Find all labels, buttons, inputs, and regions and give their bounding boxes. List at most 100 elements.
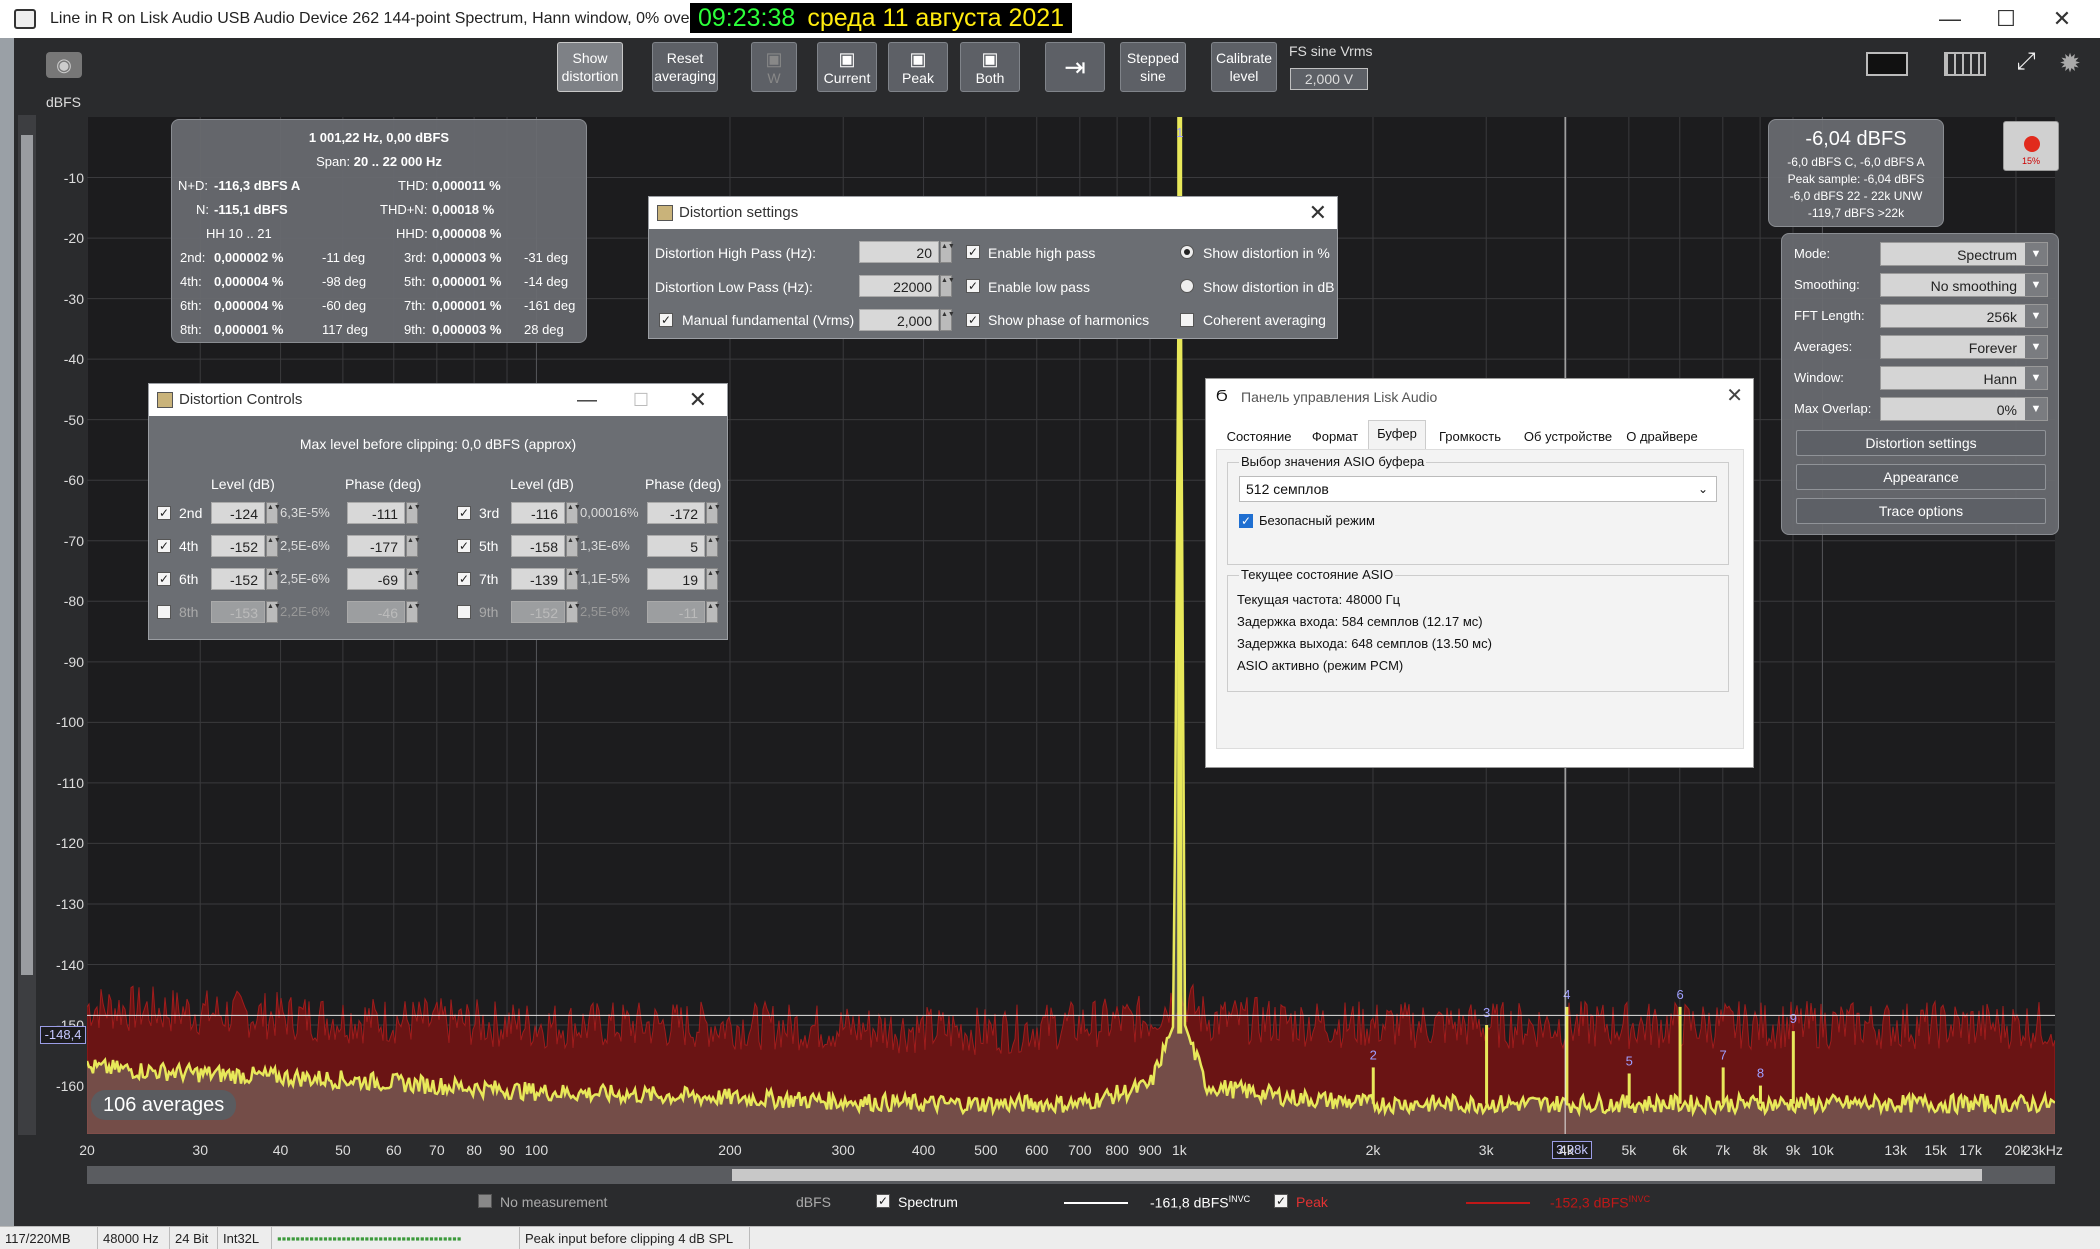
harmonic-level-spinner[interactable]: ▲▼ — [266, 601, 281, 623]
manual-fundamental-checkbox[interactable]: ✓ — [659, 313, 673, 327]
harmonic-phase-spinner[interactable]: ▲▼ — [706, 568, 721, 590]
record-button[interactable]: 15% — [2003, 121, 2059, 171]
show-db-radio[interactable] — [1180, 279, 1194, 293]
manual-fundamental-field[interactable]: 2,000 — [859, 309, 939, 331]
harmonic-level-spinner[interactable]: ▲▼ — [566, 601, 581, 623]
both-button[interactable]: ▣ Both — [960, 42, 1020, 92]
low-pass-spinner[interactable]: ▲▼ — [940, 275, 955, 297]
harmonic-enable-checkbox[interactable]: ✓ — [457, 539, 471, 553]
high-pass-spinner[interactable]: ▲▼ — [940, 241, 955, 263]
harmonic-phase-field[interactable]: -11 — [647, 601, 705, 623]
setting-dropdown[interactable]: Forever ▼ — [1880, 335, 2048, 359]
spectrum-checkbox[interactable]: ✓ — [876, 1194, 890, 1208]
horizontal-scroll-thumb[interactable] — [732, 1169, 1982, 1181]
harmonic-level-spinner[interactable]: ▲▼ — [566, 535, 581, 557]
harmonic-phase-field[interactable]: 5 — [647, 535, 705, 557]
high-pass-field[interactable]: 20 — [859, 241, 939, 263]
enable-low-pass-checkbox[interactable]: ✓ — [966, 279, 980, 293]
harmonic-enable-checkbox[interactable]: ✓ — [457, 572, 471, 586]
harmonic-level-spinner[interactable]: ▲▼ — [266, 535, 281, 557]
harmonic-level-spinner[interactable]: ▲▼ — [266, 502, 281, 524]
harmonic-level-field[interactable]: -153 — [211, 601, 265, 623]
harmonic-level-spinner[interactable]: ▲▼ — [266, 568, 281, 590]
harmonic-phase-field[interactable]: -172 — [647, 502, 705, 524]
setting-dropdown[interactable]: Hann ▼ — [1880, 366, 2048, 390]
setting-dropdown[interactable]: Spectrum ▼ — [1880, 242, 2048, 266]
peak-checkbox[interactable]: ✓ — [1274, 1194, 1288, 1208]
vertical-scroll-thumb[interactable] — [21, 135, 33, 975]
stepped-sine-button[interactable]: Stepped sine — [1120, 42, 1186, 92]
distortion-settings-button[interactable]: Distortion settings — [1796, 430, 2046, 456]
display-mode-icon[interactable] — [1866, 52, 1908, 76]
fs-sine-field[interactable]: 2,000 V — [1290, 68, 1368, 90]
asio-buffer-select[interactable]: 512 семплов ⌄ — [1239, 476, 1717, 502]
harmonic-phase-field[interactable]: 19 — [647, 568, 705, 590]
harmonic-level-field[interactable]: -152 — [511, 601, 565, 623]
setting-dropdown[interactable]: 256k ▼ — [1880, 304, 2048, 328]
harmonic-phase-field[interactable]: -69 — [347, 568, 405, 590]
lisk-audio-titlebar[interactable]: Ϭ Панель управления Lisk Audio ✕ — [1206, 379, 1753, 415]
horizontal-scrollbar[interactable] — [87, 1166, 2055, 1184]
reset-averaging-button[interactable]: Reset averaging — [652, 42, 718, 92]
harmonic-level-field[interactable]: -116 — [511, 502, 565, 524]
vertical-scrollbar[interactable] — [18, 115, 36, 1135]
harmonic-phase-field[interactable]: -177 — [347, 535, 405, 557]
trace-options-button[interactable]: Trace options — [1796, 498, 2046, 524]
harmonic-level-field[interactable]: -124 — [211, 502, 265, 524]
show-phase-checkbox[interactable]: ✓ — [966, 313, 980, 327]
harmonic-level-spinner[interactable]: ▲▼ — [566, 568, 581, 590]
enable-high-pass-checkbox[interactable]: ✓ — [966, 245, 980, 259]
calibrate-level-button[interactable]: Calibrate level — [1211, 42, 1277, 92]
harmonic-enable-checkbox[interactable] — [157, 605, 171, 619]
lisk-tab[interactable]: Буфер — [1368, 420, 1426, 450]
harmonic-phase-spinner[interactable]: ▲▼ — [706, 502, 721, 524]
safe-mode-checkbox[interactable]: ✓ — [1239, 514, 1253, 528]
manual-fundamental-spinner[interactable]: ▲▼ — [940, 309, 955, 331]
close-button[interactable]: ✕ — [2034, 4, 2090, 34]
coherent-averaging-checkbox[interactable] — [1180, 313, 1194, 327]
harmonic-phase-spinner[interactable]: ▲▼ — [706, 601, 721, 623]
lisk-tab[interactable]: Формат — [1302, 423, 1368, 449]
harmonic-level-field[interactable]: -152 — [211, 535, 265, 557]
show-distortion-button[interactable]: Show distortion — [557, 42, 623, 92]
peak-button[interactable]: ▣ Peak — [888, 42, 948, 92]
harmonic-enable-checkbox[interactable]: ✓ — [157, 506, 171, 520]
minimize-button[interactable]: — — [1922, 4, 1978, 34]
maximize-button[interactable]: ☐ — [1978, 4, 2034, 34]
distortion-controls-titlebar[interactable]: Distortion Controls — ☐ ✕ — [149, 384, 727, 416]
harmonic-level-spinner[interactable]: ▲▼ — [566, 502, 581, 524]
harmonic-phase-spinner[interactable]: ▲▼ — [706, 535, 721, 557]
low-pass-field[interactable]: 22000 — [859, 275, 939, 297]
w-button[interactable]: ▣ W — [751, 42, 797, 92]
close-icon[interactable]: ✕ — [1726, 383, 1743, 408]
appearance-button[interactable]: Appearance — [1796, 464, 2046, 490]
gear-icon[interactable]: ✹ — [2054, 48, 2086, 78]
lisk-tab[interactable]: Состояние — [1216, 423, 1302, 449]
harmonic-level-field[interactable]: -158 — [511, 535, 565, 557]
show-pct-radio[interactable] — [1180, 245, 1194, 259]
harmonic-phase-field[interactable]: -46 — [347, 601, 405, 623]
maximize-icon[interactable]: ☐ — [633, 384, 649, 416]
harmonic-enable-checkbox[interactable] — [457, 605, 471, 619]
setting-dropdown[interactable]: No smoothing ▼ — [1880, 273, 2048, 297]
current-button[interactable]: ▣ Current — [817, 42, 877, 92]
harmonic-phase-field[interactable]: -111 — [347, 502, 405, 524]
close-icon[interactable]: ✕ — [1309, 197, 1327, 229]
fit-icon[interactable]: ⤢ — [2004, 48, 2048, 78]
no-measurement-checkbox[interactable] — [478, 1194, 492, 1208]
harmonic-level-field[interactable]: -139 — [511, 568, 565, 590]
harmonic-phase-spinner[interactable]: ▲▼ — [406, 502, 421, 524]
harmonic-enable-checkbox[interactable]: ✓ — [157, 572, 171, 586]
harmonic-enable-checkbox[interactable]: ✓ — [157, 539, 171, 553]
minimize-icon[interactable]: — — [577, 384, 597, 416]
harmonic-enable-checkbox[interactable]: ✓ — [457, 506, 471, 520]
lisk-tab[interactable]: Громкость — [1426, 423, 1514, 449]
harmonic-level-field[interactable]: -152 — [211, 568, 265, 590]
lisk-tab[interactable]: Об устройстве — [1514, 423, 1622, 449]
distortion-settings-titlebar[interactable]: Distortion settings ✕ — [649, 197, 1337, 229]
harmonic-phase-spinner[interactable]: ▲▼ — [406, 601, 421, 623]
lisk-tab[interactable]: О драйвере — [1622, 423, 1702, 449]
camera-icon[interactable]: ◉ — [46, 52, 82, 78]
import-icon[interactable]: ⇥ — [1045, 42, 1105, 92]
harmonic-phase-spinner[interactable]: ▲▼ — [406, 568, 421, 590]
